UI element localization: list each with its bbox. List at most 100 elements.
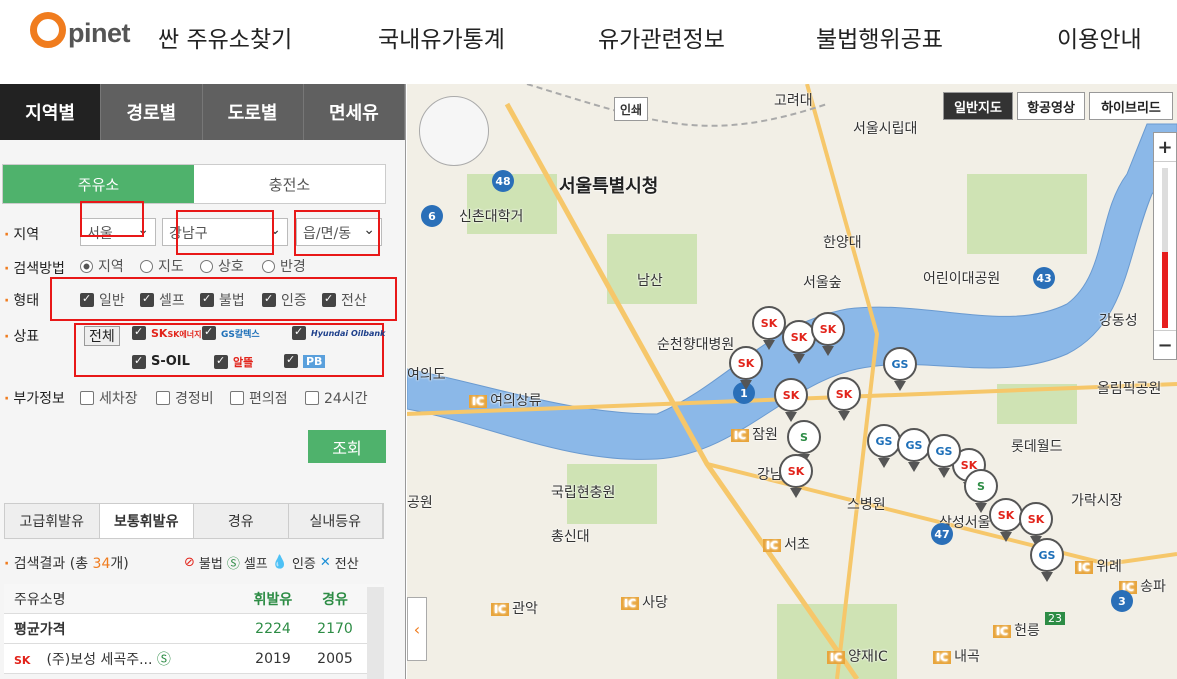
checkbox[interactable] [230, 391, 244, 405]
station-pin[interactable]: GS [927, 434, 961, 478]
station-pin[interactable]: SK [811, 312, 845, 356]
tab-diesel[interactable]: 경유 [194, 504, 289, 538]
checkbox-self[interactable]: 셀프 [140, 290, 185, 310]
station-name[interactable]: (주)보성 세곡주... [46, 652, 152, 668]
map-label: 공원 [407, 495, 433, 511]
collapse-panel-button[interactable]: ‹ [407, 597, 427, 661]
checkbox[interactable] [132, 354, 146, 369]
checkbox-computerized[interactable]: 전산 [322, 290, 367, 310]
logo-subtitle[interactable]: 싼 주유소찾기 [158, 20, 292, 54]
checkbox[interactable] [284, 353, 298, 368]
checkbox-general[interactable]: 일반 [80, 290, 125, 310]
annotation-box [294, 210, 380, 256]
radio-radius[interactable]: 반경 [262, 256, 306, 276]
checkbox-brand-pb[interactable]: PB [284, 353, 326, 368]
map-label: 국립현충원 [551, 485, 616, 501]
search-button[interactable]: 조회 [308, 430, 386, 463]
tab-route[interactable]: 경로별 [101, 84, 203, 140]
fuel-tabs: 고급휘발유 보통휘발유 경유 실내등유 [4, 503, 384, 539]
radio-button[interactable] [200, 259, 213, 273]
checkbox-convenience[interactable]: 편의점 [230, 388, 288, 408]
tab-kerosene[interactable]: 실내등유 [289, 504, 383, 538]
radio-map[interactable]: 지도 [140, 256, 184, 276]
checkbox[interactable] [202, 325, 216, 340]
checkbox[interactable] [262, 292, 276, 307]
col-gasoline[interactable]: 휘발유 [242, 589, 304, 609]
checkbox[interactable] [322, 292, 336, 307]
checkbox-brand-hyundai[interactable]: Hyundai Oilbank [292, 325, 385, 340]
tab-gas-station[interactable]: 주유소 [3, 165, 194, 203]
tab-charging-station[interactable]: 충전소 [194, 165, 385, 203]
map-label: IC 사당 [621, 592, 668, 612]
checkbox[interactable] [80, 292, 94, 307]
checkbox-maintenance[interactable]: 경정비 [156, 388, 214, 408]
station-pin[interactable]: GS [867, 424, 901, 468]
opinet-logo[interactable]: pinet [30, 10, 131, 49]
radio-button[interactable] [140, 259, 153, 273]
checkbox-brand-altteul[interactable]: 알뜰 [214, 354, 253, 370]
nav-illegal-disclosure[interactable]: 불법행위공표 [816, 20, 943, 54]
tab-regular-gasoline[interactable]: 보통휘발유 [99, 504, 194, 538]
checkbox[interactable] [292, 325, 306, 340]
station-pin[interactable]: GS [883, 347, 917, 391]
park-area [607, 234, 697, 304]
checkbox[interactable] [305, 391, 319, 405]
checkbox-24h[interactable]: 24시간 [305, 388, 368, 408]
station-name-cell[interactable]: SK (주)보성 세곡주... Ⓢ [4, 649, 242, 669]
station-pin[interactable]: GS [897, 428, 931, 472]
nav-usage-guide[interactable]: 이용안내 [1057, 20, 1142, 54]
tab-premium-gasoline[interactable]: 고급휘발유 [5, 504, 100, 538]
nav-price-info[interactable]: 유가관련정보 [598, 20, 725, 54]
station-pin[interactable]: GS [1030, 538, 1064, 582]
col-diesel[interactable]: 경유 [304, 589, 366, 609]
checkbox-certified[interactable]: 인증 [262, 290, 307, 310]
pan-control[interactable] [419, 96, 489, 166]
checkbox[interactable] [214, 354, 228, 369]
checkbox[interactable] [140, 292, 154, 307]
checkbox[interactable] [200, 292, 214, 307]
result-prefix: 검색결과 (총 [13, 556, 93, 572]
average-gasoline: 2224 [255, 620, 291, 637]
map-view[interactable]: 인쇄 일반지도 항공영상 하이브리드 + − ‹ 고려대 서울시립대 서울특별시… [407, 84, 1177, 679]
radio-name[interactable]: 상호 [200, 256, 244, 276]
col-name[interactable]: 주유소명 [4, 589, 242, 609]
map-type-aerial[interactable]: 항공영상 [1017, 92, 1085, 120]
route-number-badge: 6 [421, 205, 443, 227]
table-scrollbar[interactable] [367, 587, 384, 679]
tab-tax-free[interactable]: 면세유 [303, 84, 405, 140]
station-pin[interactable]: SK [827, 377, 861, 421]
route-number-badge: 3 [1111, 590, 1133, 612]
checkbox-carwash[interactable]: 세차장 [80, 388, 138, 408]
map-type-hybrid[interactable]: 하이브리드 [1089, 92, 1173, 120]
map-label: 한양대 [823, 235, 862, 251]
station-pin[interactable]: SK [779, 454, 813, 498]
station-pin[interactable]: SK [752, 306, 786, 350]
radio-region[interactable]: 지역 [80, 256, 124, 276]
checkbox-illegal[interactable]: 불법 [200, 290, 245, 310]
tab-region[interactable]: 지역별 [0, 84, 102, 140]
brand-label: 상표 [4, 326, 39, 346]
map-type-general[interactable]: 일반지도 [943, 92, 1013, 120]
checkbox-brand-soil[interactable]: S-OIL [132, 354, 190, 369]
checkbox[interactable] [132, 325, 146, 340]
checkbox-brand-gs[interactable]: GS칼텍스 [202, 325, 260, 340]
zoom-in-button[interactable]: + [1154, 133, 1176, 161]
checkbox[interactable] [156, 391, 170, 405]
station-pin[interactable]: SK [989, 498, 1023, 542]
map-label: 어린이대공원 [923, 271, 1001, 287]
print-button[interactable]: 인쇄 [614, 97, 648, 121]
tab-road[interactable]: 도로별 [202, 84, 304, 140]
map-label: 서울숲 [803, 275, 842, 291]
radio-button[interactable] [262, 259, 275, 273]
table-row[interactable]: SK (주)보성 세곡주... Ⓢ 2019 2005 [4, 644, 384, 674]
map-label: IC 양재IC [827, 646, 888, 666]
nav-domestic-price-stats[interactable]: 국내유가통계 [378, 20, 505, 54]
zoom-slider[interactable] [1154, 161, 1176, 331]
checkbox[interactable] [80, 391, 94, 405]
zoom-out-button[interactable]: − [1154, 331, 1176, 359]
checkbox-brand-sk[interactable]: SKSK에너지 [132, 325, 202, 340]
brand-all-button[interactable]: 전체 [84, 326, 120, 346]
radio-button[interactable] [80, 259, 93, 273]
station-pin[interactable]: SK [729, 346, 763, 390]
station-pin[interactable]: SK [774, 378, 808, 422]
